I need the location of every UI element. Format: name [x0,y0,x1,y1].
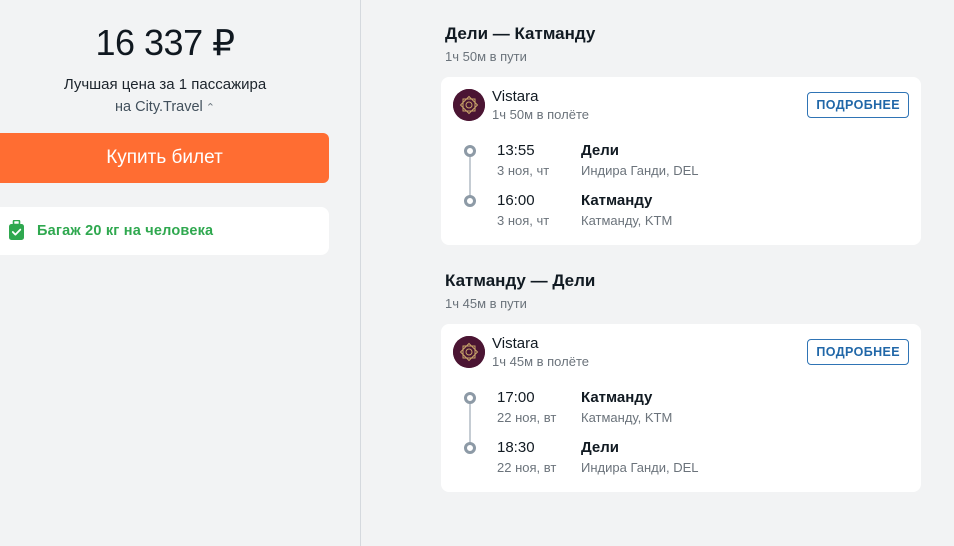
arrival-dot [464,442,476,454]
departure-dot [464,392,476,404]
arrival-airport: Индира Ганди, DEL [581,460,699,475]
departure-time: 17:00 [497,389,535,406]
airline-name: Vistara [492,335,539,352]
arrival-time: 18:30 [497,439,535,456]
details-button[interactable]: ПОДРОБНЕЕ [807,339,909,365]
departure-time: 13:55 [497,142,535,159]
airline-logo [453,89,485,121]
buy-ticket-button[interactable]: Купить билет [0,133,329,183]
ticket-price: 16 337 ₽ [95,22,235,63]
flight-duration: 1ч 45м в полёте [492,354,589,369]
arrival-dot [464,195,476,207]
chevron-up-down-icon[interactable]: ⌃ [206,102,215,114]
departure-airport: Индира Ганди, DEL [581,163,699,178]
arrival-airport: Катманду, KTM [581,213,673,228]
flight-card: Vistara 1ч 50м в полёте ПОДРОБНЕЕ 13:55 … [441,77,921,245]
seller-label[interactable]: на City.Travel [115,99,203,115]
baggage-label: Багаж 20 кг на человека [37,223,214,239]
arrival-time: 16:00 [497,192,535,209]
itinerary: Дели — Катманду 1ч 50м в пути Vistara 1ч… [362,0,954,546]
departure-city: Дели [581,142,619,159]
details-button[interactable]: ПОДРОБНЕЕ [807,92,909,118]
airline-name: Vistara [492,88,539,105]
departure-date: 22 ноя, вт [497,410,557,425]
luggage-icon [8,219,25,242]
segment-duration: 1ч 50м в пути [445,49,527,64]
segment-title: Катманду — Дели [445,271,596,290]
arrival-date: 3 ноя, чт [497,213,550,228]
arrival-date: 22 ноя, вт [497,460,557,475]
price-panel: 16 337 ₽ Лучшая цена за 1 пассажира на C… [0,0,361,546]
flight-card: Vistara 1ч 45м в полёте ПОДРОБНЕЕ 17:00 … [441,324,921,492]
departure-airport: Катманду, KTM [581,410,673,425]
departure-city: Катманду [581,389,653,406]
departure-date: 3 ноя, чт [497,163,550,178]
price-note: Лучшая цена за 1 пассажира [63,76,267,93]
departure-dot [464,145,476,157]
arrival-city: Дели [581,439,619,456]
segment-title: Дели — Катманду [445,24,596,43]
seller-selector[interactable]: на City.Travel ⌃ [0,99,330,115]
arrival-city: Катманду [581,192,653,209]
airline-logo [453,336,485,368]
segment-duration: 1ч 45м в пути [445,296,527,311]
baggage-info: Багаж 20 кг на человека [0,207,329,255]
flight-duration: 1ч 50м в полёте [492,107,589,122]
